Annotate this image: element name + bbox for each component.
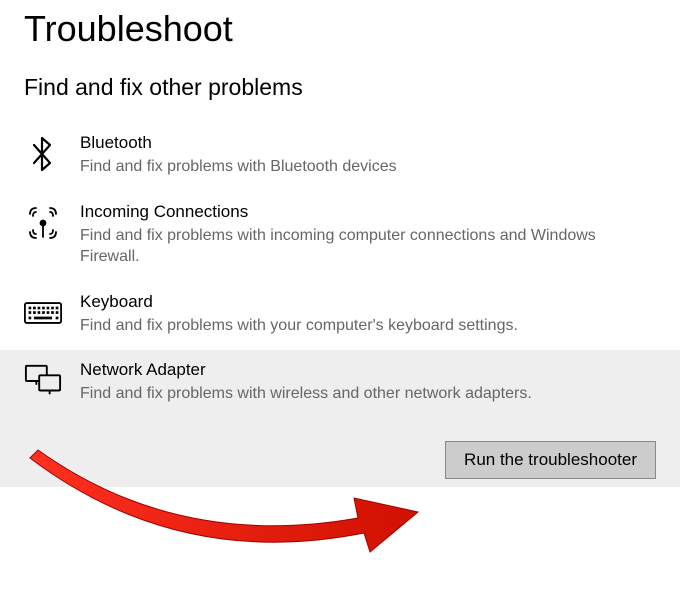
troubleshoot-item-network-adapter[interactable]: Network Adapter Find and fix problems wi… xyxy=(0,350,680,423)
troubleshoot-item-incoming-connections[interactable]: Incoming Connections Find and fix proble… xyxy=(0,192,680,282)
troubleshoot-list: Bluetooth Find and fix problems with Blu… xyxy=(0,123,680,487)
item-desc: Find and fix problems with incoming comp… xyxy=(80,225,656,268)
item-desc: Find and fix problems with your computer… xyxy=(80,315,656,337)
bluetooth-icon xyxy=(24,135,62,173)
item-title: Bluetooth xyxy=(80,133,656,153)
incoming-connections-icon xyxy=(24,204,62,242)
keyboard-icon xyxy=(24,294,62,332)
troubleshoot-item-bluetooth[interactable]: Bluetooth Find and fix problems with Blu… xyxy=(0,123,680,192)
run-troubleshooter-button[interactable]: Run the troubleshooter xyxy=(445,441,656,479)
item-desc: Find and fix problems with wireless and … xyxy=(80,383,656,405)
item-title: Incoming Connections xyxy=(80,202,656,222)
item-title: Keyboard xyxy=(80,292,656,312)
network-adapter-icon xyxy=(24,362,62,400)
section-title: Find and fix other problems xyxy=(0,66,680,123)
item-desc: Find and fix problems with Bluetooth dev… xyxy=(80,156,656,178)
troubleshoot-item-keyboard[interactable]: Keyboard Find and fix problems with your… xyxy=(0,282,680,351)
page-title: Troubleshoot xyxy=(0,0,680,66)
item-title: Network Adapter xyxy=(80,360,656,380)
